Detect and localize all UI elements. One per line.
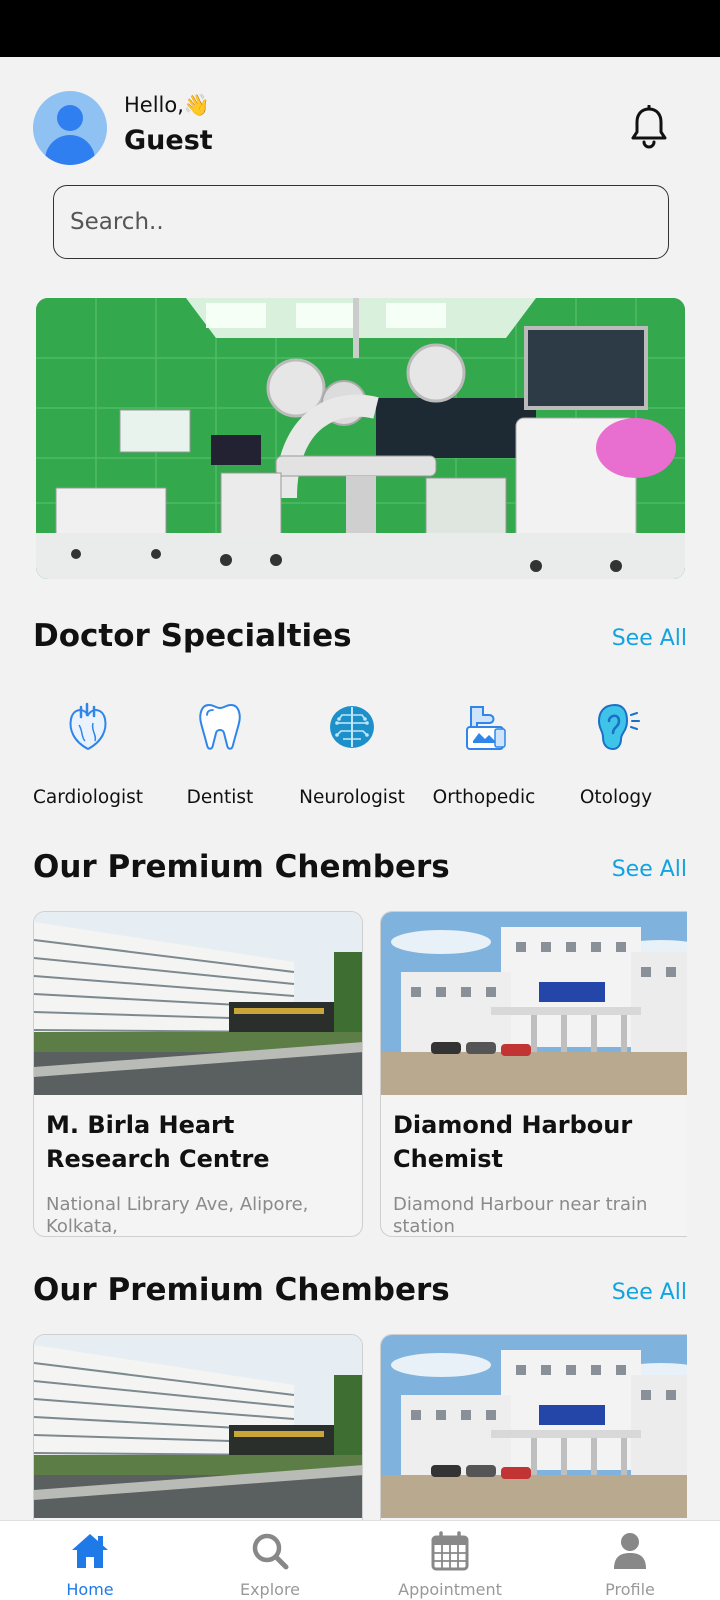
chamber-card[interactable] [33,1334,363,1520]
specialties-see-all-link[interactable]: See All [612,626,687,651]
hello-label: Hello, [124,93,184,117]
heart-icon [69,702,107,751]
status-bar [0,0,720,57]
chamber-name: M. Birla Heart Research Centre [46,1111,270,1173]
chambers-carousel[interactable]: M. Birla Heart Research Centre National … [33,911,687,1237]
chambers-title: Our Premium Chembers [33,849,450,885]
nav-label: Explore [239,1580,301,1599]
greeting-header: Hello,👋 Guest [33,91,687,165]
specialty-neurologist[interactable]: Neurologist [284,695,420,815]
chamber-photo [381,912,687,1095]
nav-appointment[interactable]: Appointment [360,1521,540,1600]
chamber-name: Diamond Harbour Chemist [393,1111,633,1173]
specialty-label: Dentist [186,787,254,808]
user-icon [614,1533,646,1569]
brain-icon [330,706,374,748]
specialty-label: Orthopedic [432,787,536,808]
ear-icon [597,703,640,751]
nav-label: Profile [605,1580,655,1599]
bone-joint-icon [466,706,506,750]
chamber-card[interactable] [380,1334,687,1520]
avatar-head [57,105,83,131]
chamber-address: Diamond Harbour near train station [393,1194,648,1237]
chamber-photo [34,912,362,1095]
specialty-dentist[interactable]: Dentist [152,695,288,815]
avatar[interactable] [33,91,107,165]
specialty-orthopedic[interactable]: Orthopedic [416,695,552,815]
chamber-card[interactable]: Diamond Harbour Chemist Diamond Harbour … [380,911,687,1237]
nav-profile[interactable]: Profile [540,1521,720,1600]
search-field[interactable] [53,185,669,259]
chamber-address: National Library Ave, Alipore, Kolkata, [46,1194,309,1237]
greeting-text: Hello,👋 [124,93,210,118]
nav-label: Appointment [398,1580,502,1599]
specialty-cardiologist[interactable]: Cardiologist [20,695,156,815]
specialties-title: Doctor Specialties [33,618,352,654]
chambers-carousel[interactable] [33,1334,687,1520]
bell-icon[interactable] [629,105,669,149]
calendar-icon [431,1531,469,1571]
nav-home[interactable]: Home [0,1521,180,1600]
chamber-photo [381,1335,687,1518]
search-icon [252,1533,289,1570]
chambers-see-all-link[interactable]: See All [612,857,687,882]
chambers-see-all-link[interactable]: See All [612,1280,687,1305]
bottom-navigation: Home Explore Appointment Profile [0,1520,720,1600]
chambers-title: Our Premium Chembers [33,1272,450,1308]
hero-banner-image[interactable] [36,298,685,579]
nav-explore[interactable]: Explore [180,1521,360,1600]
wave-emoji: 👋 [183,93,211,117]
specialty-label: Otology [579,787,653,808]
home-icon [72,1534,108,1568]
nav-label: Home [66,1580,114,1599]
user-name: Guest [124,125,213,156]
specialty-label: Neurologist [299,787,405,808]
avatar-body [45,135,95,165]
specialty-otology[interactable]: Otology [548,695,684,815]
specialties-list: Cardiologist Dentist Neurologist Orthope… [20,695,700,815]
chamber-photo [34,1335,362,1518]
search-input[interactable] [54,186,668,258]
chamber-card[interactable]: M. Birla Heart Research Centre National … [33,911,363,1237]
operating-room-illustration [36,298,685,579]
specialty-label: Cardiologist [33,787,143,808]
tooth-icon [199,703,241,750]
